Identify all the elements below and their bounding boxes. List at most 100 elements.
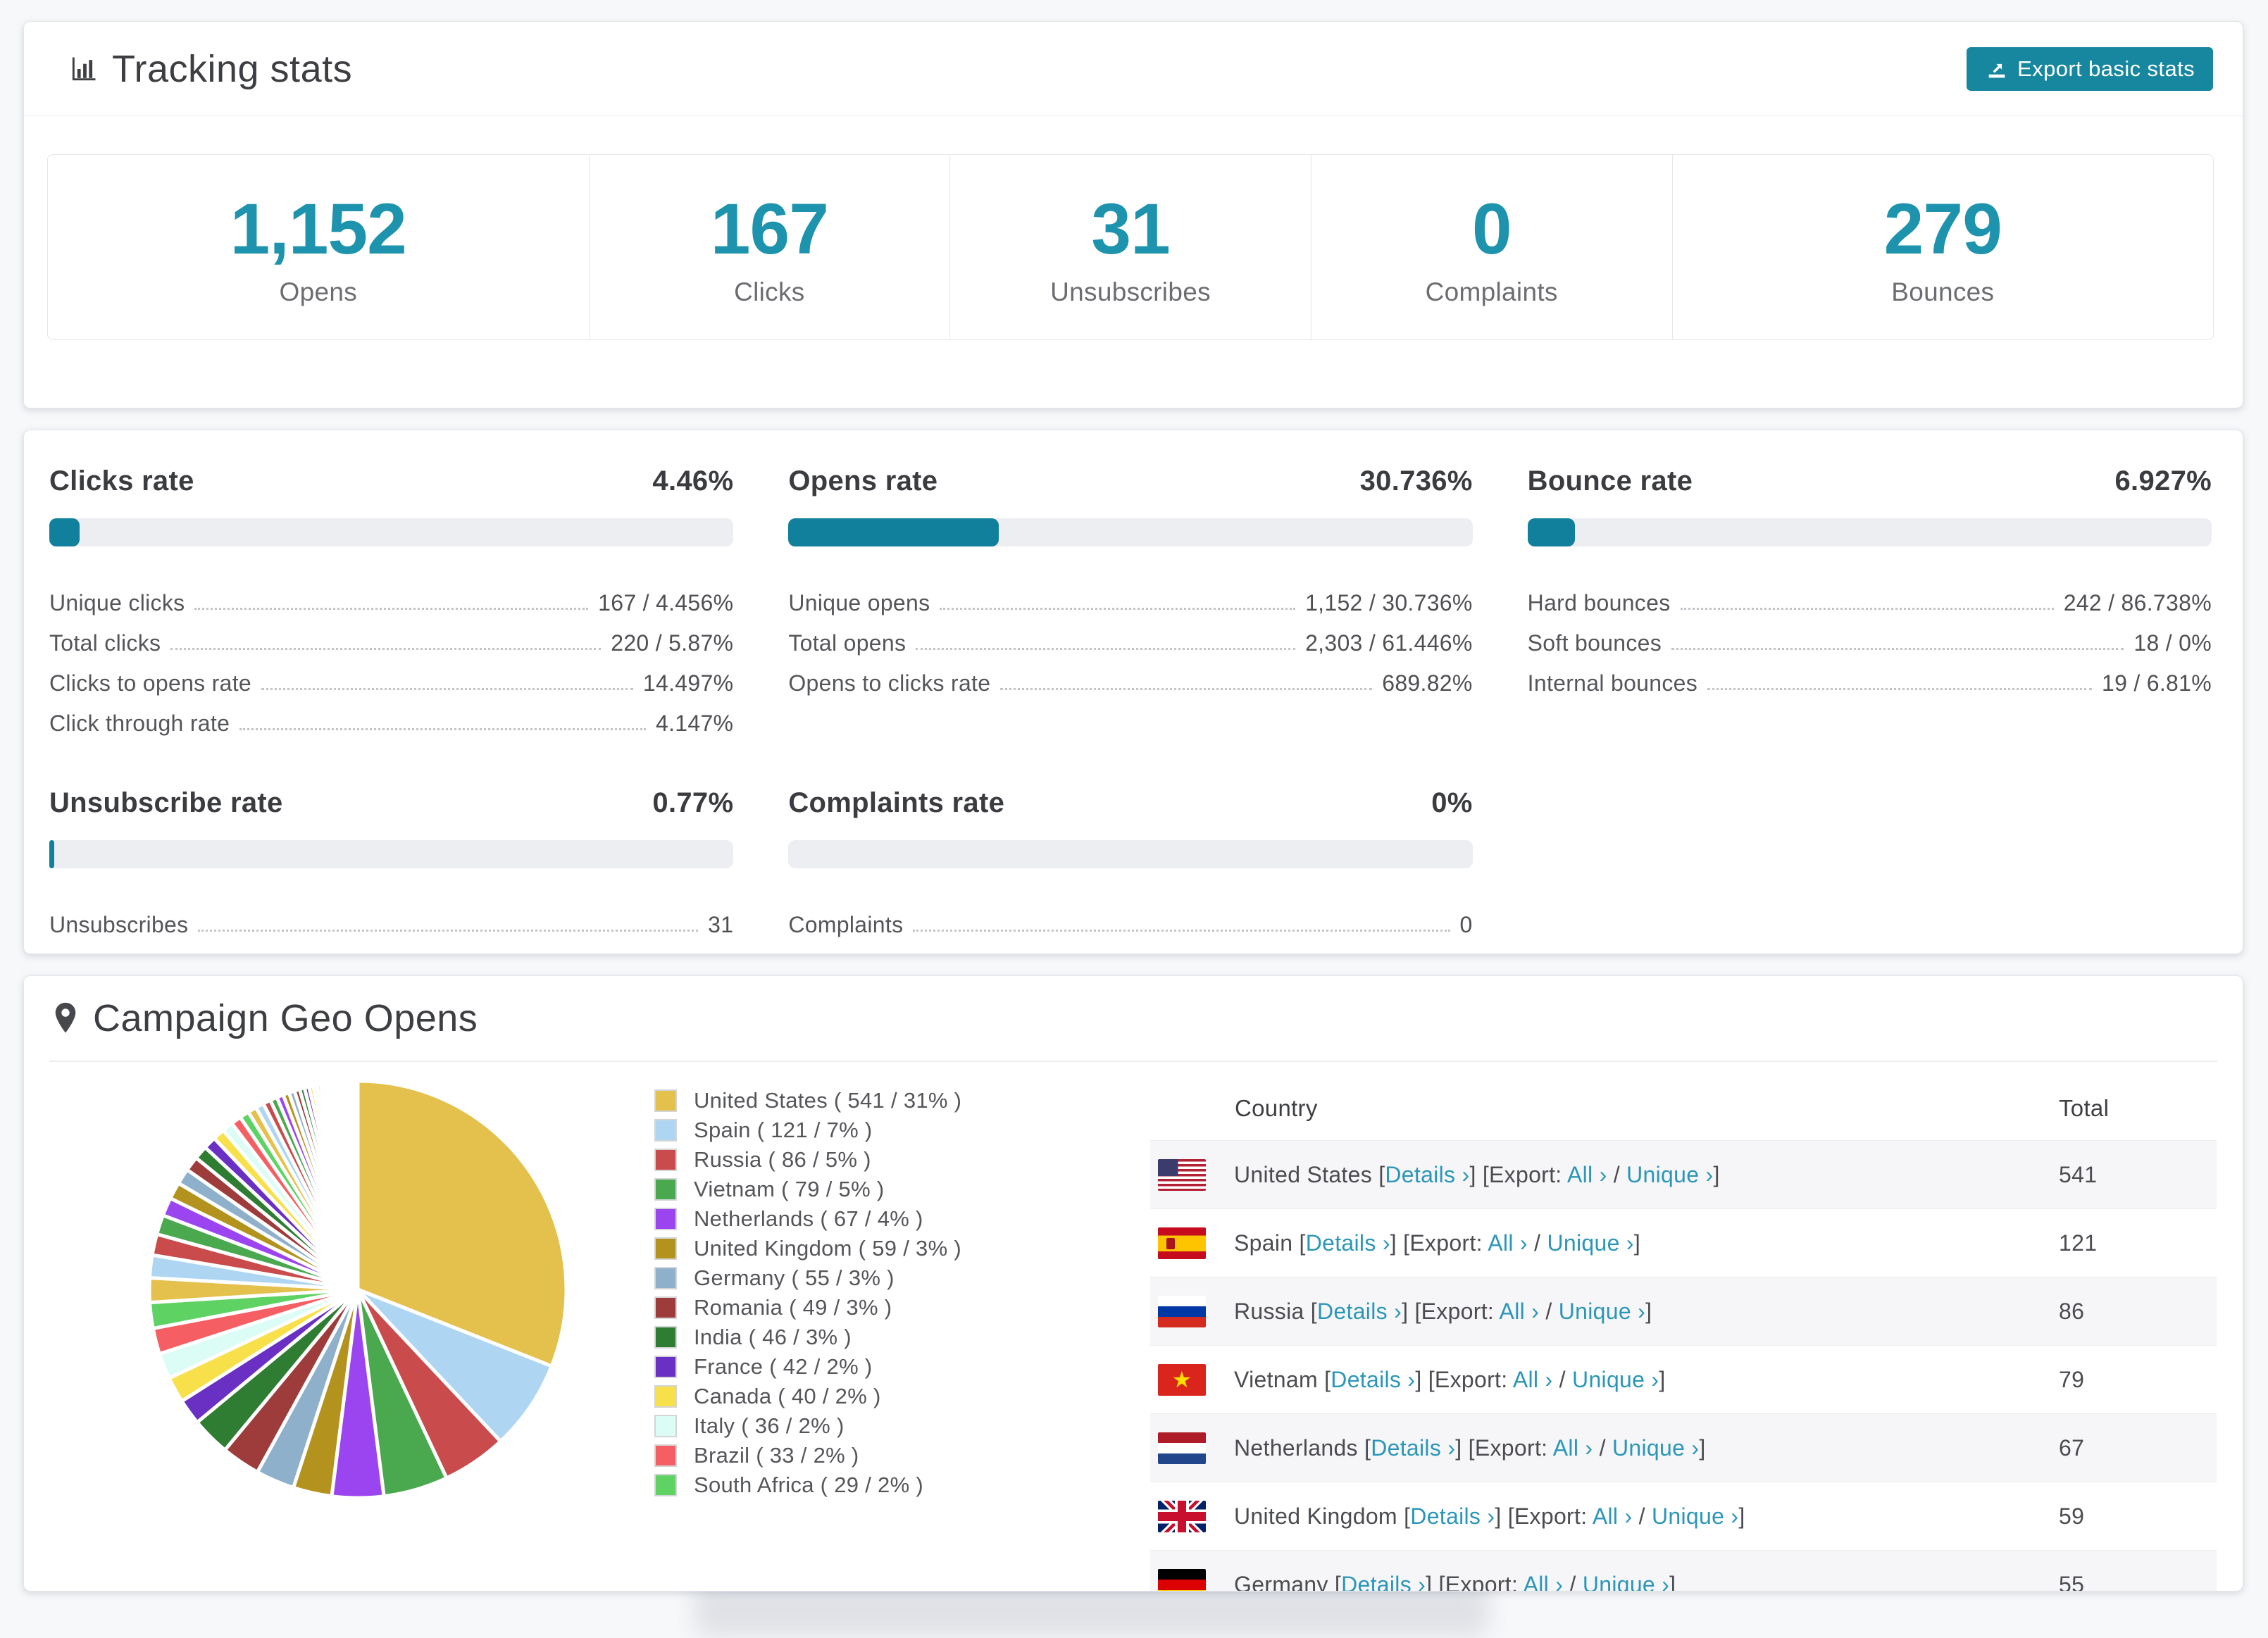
pie-slice-other[interactable] xyxy=(355,1079,360,1292)
legend-swatch xyxy=(654,1326,677,1349)
stat-value: 279 xyxy=(1883,188,2002,269)
country-cell: Spain [Details ›] [Export: All › / Uniqu… xyxy=(1234,1230,1641,1256)
unsubscribe-progress-bar xyxy=(49,840,734,868)
stat-label: Unsubscribes xyxy=(1050,277,1211,306)
rate-stat-row: Clicks to opens rate 14.497% xyxy=(49,656,733,696)
export-unique-link[interactable]: Unique › xyxy=(1583,1572,1669,1592)
rate-block-complaints: Complaints rate 0% Complaints 0 xyxy=(788,787,1473,938)
details-link[interactable]: Details › xyxy=(1331,1367,1415,1392)
rate-stat-row: Unsubscribes 31 xyxy=(49,898,733,938)
rate-stat-value: 18 / 0% xyxy=(2133,630,2212,656)
rate-stat-value: 1,152 / 30.736% xyxy=(1305,590,1473,615)
rate-stat-label: Total opens xyxy=(788,630,906,656)
geo-header: Campaign Geo Opens xyxy=(24,976,2243,1061)
legend-label: Russia ( 86 / 5% ) xyxy=(694,1147,871,1172)
pie-legend: United States ( 541 / 31% ) Spain ( 121 /… xyxy=(654,1086,961,1500)
bounce-rate-title: Bounce rate xyxy=(1527,465,1693,496)
rate-stat-row: Complaints 0 xyxy=(788,898,1472,938)
stat-label: Opens xyxy=(279,277,357,306)
legend-item: United Kingdom ( 59 / 3% ) xyxy=(654,1234,961,1263)
rate-head: Bounce rate 6.927% xyxy=(1528,465,2212,497)
dotted-leader xyxy=(261,688,633,690)
legend-label: Canada ( 40 / 2% ) xyxy=(694,1384,881,1408)
clicks-progress-bar xyxy=(49,518,734,546)
export-all-link[interactable]: All › xyxy=(1488,1230,1528,1256)
dotted-leader xyxy=(916,648,1296,650)
summary-stats: 1,152 Opens 167 Clicks 31 Unsubscribes 0 Compla… xyxy=(47,154,2214,340)
rate-stat-value: 167 / 4.456% xyxy=(598,590,734,615)
tracking-stats-card: Tracking stats Export basic stats 1,152 O… xyxy=(23,21,2243,408)
details-link[interactable]: Details › xyxy=(1385,1162,1469,1187)
legend-swatch xyxy=(654,1119,677,1142)
rate-block-bounce: Bounce rate 6.927% Hard bounces 242 / 86.73… xyxy=(1527,465,2212,737)
rate-stat-label: Internal bounces xyxy=(1527,670,1698,696)
legend-swatch xyxy=(654,1385,677,1408)
total-value: 86 xyxy=(2059,1298,2085,1324)
nl-flag-icon xyxy=(1158,1432,1206,1464)
map-pin-icon xyxy=(52,1001,79,1035)
legend-label: Vietnam ( 79 / 5% ) xyxy=(694,1177,885,1201)
geo-table-header: Country Total xyxy=(1150,1077,2217,1140)
rate-stat-label: Click through rate xyxy=(49,711,230,736)
legend-label: Germany ( 55 / 3% ) xyxy=(694,1265,895,1290)
export-unique-link[interactable]: Unique › xyxy=(1559,1299,1645,1324)
stat-label: Bounces xyxy=(1891,277,1995,306)
export-all-link[interactable]: All › xyxy=(1513,1367,1553,1392)
legend-item: Germany ( 55 / 3% ) xyxy=(654,1263,961,1293)
rate-head: Unsubscribe rate 0.77% xyxy=(49,787,733,819)
rate-stat-row: Soft bounces 18 / 0% xyxy=(1528,616,2212,656)
progress-fill xyxy=(49,518,80,546)
rate-block-opens: Opens rate 30.736% Unique opens 1,152 / 30.… xyxy=(788,465,1473,737)
rate-stat-value: 14.497% xyxy=(642,670,734,696)
stat-value: 167 xyxy=(710,188,829,269)
details-link[interactable]: Details › xyxy=(1306,1230,1390,1256)
export-all-link[interactable]: All › xyxy=(1567,1162,1607,1187)
details-link[interactable]: Details › xyxy=(1317,1299,1402,1324)
stat-value: 31 xyxy=(1091,188,1170,269)
rate-stat-row: Internal bounces 19 / 6.81% xyxy=(1528,656,2212,696)
rate-block-clicks: Clicks rate 4.46% Unique clicks 167 / 4.456… xyxy=(49,465,734,737)
country-cell: Germany [Details ›] [Export: All › / Uni… xyxy=(1234,1572,1676,1592)
details-link[interactable]: Details › xyxy=(1371,1435,1455,1461)
stat-value: 0 xyxy=(1471,188,1512,269)
export-all-link[interactable]: All › xyxy=(1500,1299,1540,1324)
legend-swatch xyxy=(654,1237,677,1260)
export-unique-link[interactable]: Unique › xyxy=(1547,1230,1633,1256)
dotted-leader xyxy=(239,728,646,730)
export-all-link[interactable]: All › xyxy=(1553,1435,1593,1461)
legend-swatch xyxy=(654,1444,677,1467)
stat-label: Clicks xyxy=(734,277,805,306)
total-value: 121 xyxy=(2059,1230,2098,1256)
export-all-link[interactable]: All › xyxy=(1524,1572,1564,1592)
total-value: 541 xyxy=(2059,1161,2098,1187)
summary-stat-bounces: 279 Bounces xyxy=(1673,155,2214,339)
rate-stat-label: Unsubscribes xyxy=(49,912,189,937)
geo-table-row: Spain [Details ›] [Export: All › / Uniqu… xyxy=(1150,1208,2217,1277)
rate-stat-value: 220 / 5.87% xyxy=(611,630,734,656)
details-link[interactable]: Details › xyxy=(1410,1503,1495,1529)
unsubscribe-rate-title: Unsubscribe rate xyxy=(49,787,283,818)
rate-stat-label: Soft bounces xyxy=(1527,630,1662,656)
export-unique-link[interactable]: Unique › xyxy=(1572,1367,1659,1392)
country-cell: Vietnam [Details ›] [Export: All › / Uni… xyxy=(1234,1366,1666,1392)
legend-item: India ( 46 / 3% ) xyxy=(654,1323,961,1352)
vn-flag-icon xyxy=(1158,1363,1206,1396)
export-all-link[interactable]: All › xyxy=(1593,1503,1633,1529)
export-basic-stats-button[interactable]: Export basic stats xyxy=(1967,47,2213,91)
summary-stat-complaints: 0 Complaints xyxy=(1311,155,1673,339)
unsubscribe-rate-value: 0.77% xyxy=(652,787,734,818)
clicks-rate-value: 4.46% xyxy=(652,465,734,496)
rate-head: Clicks rate 4.46% xyxy=(49,465,733,497)
export-unique-link[interactable]: Unique › xyxy=(1612,1435,1699,1461)
country-cell: United States [Details ›] [Export: All ›… xyxy=(1234,1161,1720,1187)
dotted-leader xyxy=(913,930,1450,932)
details-link[interactable]: Details › xyxy=(1341,1572,1426,1592)
export-unique-link[interactable]: Unique › xyxy=(1626,1162,1713,1187)
rate-stat-value: 242 / 86.738% xyxy=(2063,590,2212,615)
legend-item: Romania ( 49 / 3% ) xyxy=(654,1293,961,1323)
export-unique-link[interactable]: Unique › xyxy=(1652,1503,1738,1529)
legend-label: France ( 42 / 2% ) xyxy=(694,1354,873,1379)
geo-table-row: Vietnam [Details ›] [Export: All › / Uni… xyxy=(1150,1345,2217,1413)
geo-table-row: United Kingdom [Details ›] [Export: All … xyxy=(1150,1482,2217,1550)
total-value: 55 xyxy=(2059,1571,2085,1592)
